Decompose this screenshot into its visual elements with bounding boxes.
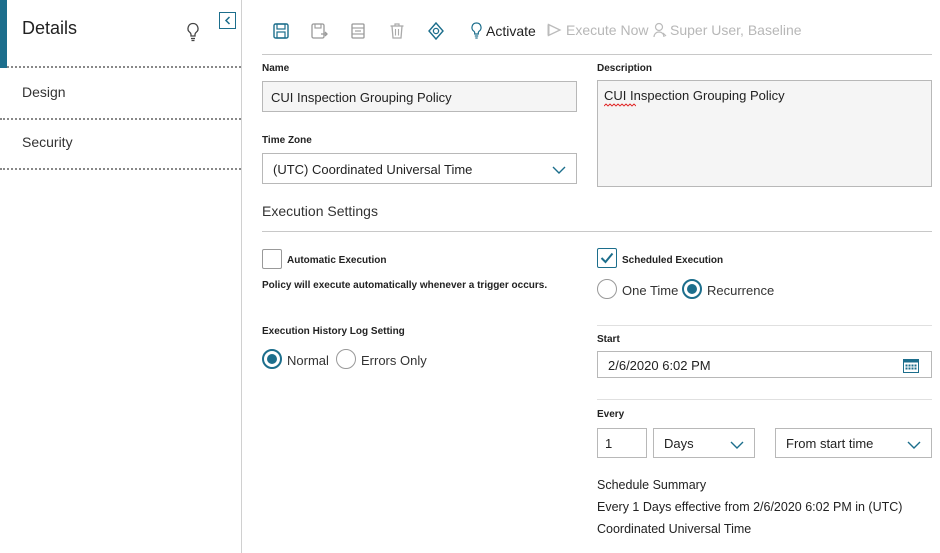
automatic-execution-note: Policy will execute automatically whenev… [262,280,548,291]
trash-icon[interactable] [387,21,407,41]
every-from-select[interactable]: From start time [775,428,932,458]
scheduled-execution-label: Scheduled Execution [622,255,724,266]
radio-one-time-label: One Time [622,283,679,298]
chevron-left-icon [224,16,230,25]
radio-recurrence[interactable] [682,279,702,299]
activate-button[interactable]: Activate [470,22,536,39]
calendar-icon[interactable] [903,358,919,373]
every-divider [597,399,932,400]
timezone-label: Time Zone [262,135,312,146]
automatic-execution-checkbox[interactable] [262,249,282,269]
activate-label: Activate [486,22,536,39]
save-as-icon[interactable] [309,21,329,41]
timezone-value: (UTC) Coordinated Universal Time [273,162,473,177]
copy-icon[interactable] [348,21,368,41]
every-from-value: From start time [786,436,874,451]
section-divider [262,231,932,232]
schedule-summary-line-2: Coordinated Universal Time [597,522,752,536]
toolbar: Activate Execute Now Super User, Baselin… [262,18,932,46]
start-divider [597,325,932,326]
sidebar-item-security[interactable]: Security [0,120,241,170]
save-icon[interactable] [271,21,291,41]
radio-errors-only-label: Errors Only [361,353,427,368]
every-unit-select[interactable]: Days [653,428,755,458]
every-value: 1 [605,436,613,451]
start-datetime-input[interactable]: 2/6/2020 6:02 PM [597,351,932,378]
sidebar-item-details[interactable]: Details [0,0,241,68]
user-icon [653,22,667,38]
sidebar-item-label: Security [22,134,73,150]
name-label: Name [262,63,290,74]
every-label: Every [597,409,625,420]
sidebar-title: Details [22,18,78,38]
timezone-select[interactable]: (UTC) Coordinated Universal Time [262,153,577,184]
name-field[interactable]: CUI Inspection Grouping Policy [262,81,577,112]
chevron-down-icon [730,441,744,449]
radio-recurrence-label: Recurrence [707,283,775,298]
toolbar-divider [262,54,932,55]
validate-icon[interactable] [426,21,446,41]
every-number-input[interactable]: 1 [597,428,647,458]
collapse-panel-button[interactable] [219,12,236,29]
play-icon [547,23,562,37]
spellcheck-underline [604,103,636,107]
sidebar-item-label: Design [22,84,66,100]
description-label: Description [597,63,653,74]
execute-now-button[interactable]: Execute Now [547,22,648,38]
start-value: 2/6/2020 6:02 PM [608,358,711,373]
name-value: CUI Inspection Grouping Policy [271,90,452,105]
run-as-user-label: Super User, Baseline [670,22,802,38]
scheduled-execution-checkbox[interactable] [597,248,617,268]
radio-errors-only[interactable] [336,349,356,369]
start-label: Start [597,334,620,345]
sidebar: Details Design Security [0,0,242,553]
run-as-user-button[interactable]: Super User, Baseline [653,22,802,38]
radio-normal-label: Normal [287,353,329,368]
history-log-label: Execution History Log Setting [262,326,405,337]
lightbulb-icon [471,22,482,39]
lightbulb-icon[interactable] [185,22,201,42]
execution-settings-title: Execution Settings [262,203,378,219]
sidebar-item-design[interactable]: Design [0,70,241,120]
radio-normal[interactable] [262,349,282,369]
execute-now-label: Execute Now [566,22,649,38]
description-field[interactable]: CUI Inspection Grouping Policy [597,80,932,187]
chevron-down-icon [907,441,921,449]
checkmark-icon [600,252,614,264]
automatic-execution-label: Automatic Execution [287,255,387,266]
schedule-summary-title: Schedule Summary [597,478,707,492]
description-value: CUI Inspection Grouping Policy [604,88,785,103]
radio-one-time[interactable] [597,279,617,299]
chevron-down-icon [552,166,566,174]
every-unit-value: Days [664,436,694,451]
schedule-summary-line-1: Every 1 Days effective from 2/6/2020 6:0… [597,500,903,514]
active-indicator [0,0,7,68]
